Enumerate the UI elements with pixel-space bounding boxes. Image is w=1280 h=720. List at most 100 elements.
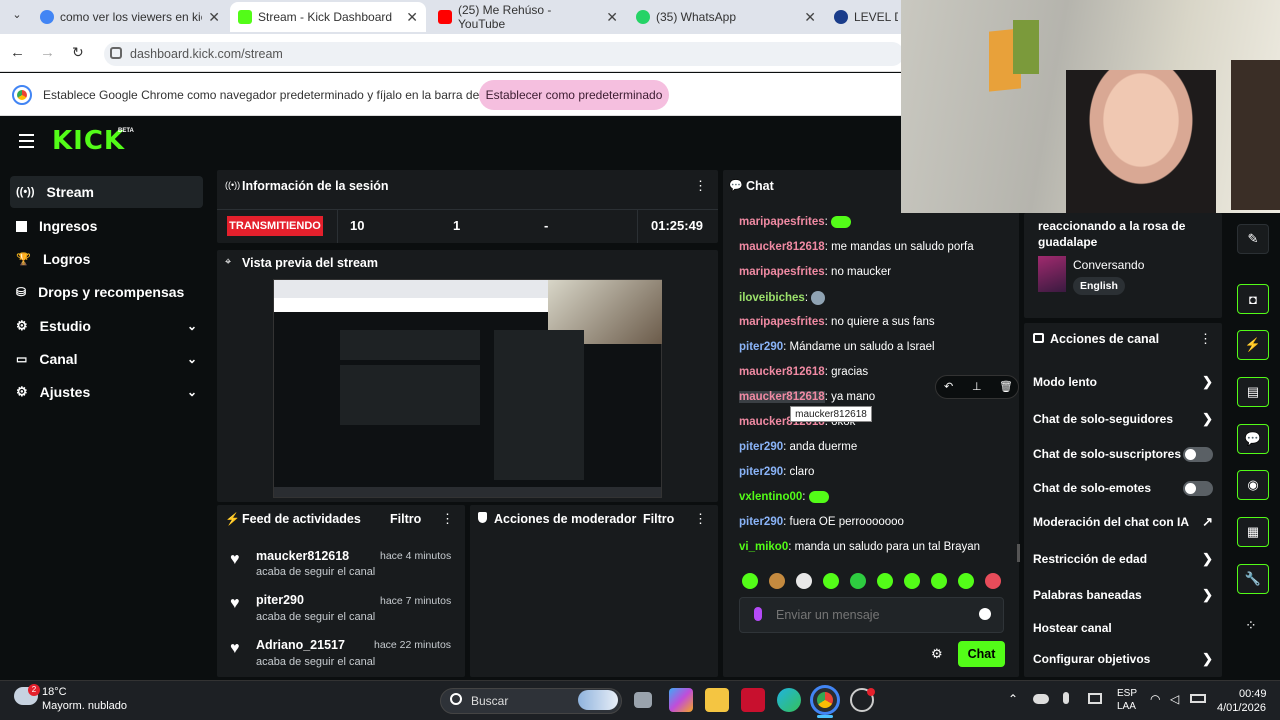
banned-words-row[interactable]: Palabras baneadas ❯ (1033, 585, 1213, 605)
emote-icon[interactable] (877, 573, 893, 589)
wifi-icon[interactable]: ◠ (1150, 692, 1160, 706)
kick-logo[interactable]: KICK (52, 126, 125, 156)
clock-time[interactable]: 00:49 (1239, 688, 1267, 700)
ai-moderation-row[interactable]: Moderación del chat con IA ↗ (1033, 512, 1213, 532)
chat-settings-gear-icon[interactable]: ⚙ (931, 646, 943, 662)
set-goals-row[interactable]: Configurar objetivos ❯ (1033, 649, 1213, 669)
microphone-icon[interactable] (754, 607, 762, 621)
chrome-icon[interactable] (810, 685, 840, 715)
category-thumbnail[interactable] (1038, 256, 1066, 292)
sidebar-item-ajustes[interactable]: ⚙ Ajustes ⌄ (10, 376, 203, 408)
emote-icon[interactable] (742, 573, 758, 589)
emote-icon[interactable] (769, 573, 785, 589)
language-code[interactable]: ESP (1117, 688, 1137, 699)
layout-icon[interactable]: ▦ (1237, 517, 1269, 547)
back-icon[interactable]: ← (10, 44, 25, 61)
edge-icon[interactable] (777, 688, 801, 712)
chat-username[interactable]: piter290 (739, 516, 783, 528)
more-icon[interactable]: ⋮ (694, 178, 707, 194)
add-widget-icon[interactable]: ⁘ (1245, 617, 1257, 634)
emote-icon[interactable] (823, 573, 839, 589)
tab-kick-dashboard[interactable]: Stream - Kick Dashboard ✕ (230, 2, 426, 32)
site-info-icon[interactable] (110, 47, 122, 59)
chat-username[interactable]: maripapesfrites (739, 316, 825, 328)
reload-icon[interactable]: ↻ (72, 44, 84, 61)
chat-username[interactable]: vxlentino00 (739, 491, 802, 503)
emote-icon[interactable] (850, 573, 866, 589)
emote-icon[interactable] (985, 573, 1001, 589)
sidebar-item-canal[interactable]: ▭ Canal ⌄ (10, 343, 203, 375)
chat-username[interactable]: maucker812618 (739, 366, 825, 378)
chat-username[interactable]: piter290 (739, 341, 783, 353)
show-hidden-icons[interactable]: ⌃ (1008, 692, 1018, 706)
chat-username[interactable]: maripapesfrites (739, 266, 825, 278)
edit-pencil-icon[interactable]: ✎ (1237, 224, 1269, 254)
host-channel-row[interactable]: Hostear canal (1033, 618, 1213, 638)
more-icon[interactable]: ⋮ (1199, 331, 1212, 347)
more-icon[interactable]: ⋮ (441, 511, 454, 527)
volume-icon[interactable]: ◁ (1170, 692, 1179, 706)
chat-username[interactable]: piter290 (739, 466, 783, 478)
stream-preview-video[interactable] (273, 279, 662, 498)
sidebar-item-stream[interactable]: ((•)) Stream (10, 176, 203, 208)
pin-icon[interactable]: ⊥ (972, 380, 982, 393)
close-icon[interactable]: ✕ (406, 9, 418, 26)
display-icon[interactable] (1088, 693, 1102, 704)
microphone-icon[interactable] (1063, 692, 1069, 704)
sidebar-item-ingresos[interactable]: Ingresos (10, 210, 203, 242)
chat-message-hovered[interactable]: maucker812618: ya mano (739, 391, 875, 403)
chat-username[interactable]: maripapesfrites (739, 216, 825, 228)
subscribers-only-toggle[interactable] (1183, 446, 1213, 462)
stream-category[interactable]: Conversando (1073, 258, 1144, 272)
close-icon[interactable]: ✕ (208, 9, 220, 26)
emote-icon[interactable] (904, 573, 920, 589)
tab-youtube[interactable]: (25) Me Rehúso - YouTube ✕ (430, 2, 626, 32)
sidebar-item-drops[interactable]: ⛁ Drops y recompensas (10, 276, 203, 308)
lightning-icon[interactable]: ⚡ (1237, 330, 1269, 360)
emote-icon[interactable] (931, 573, 947, 589)
chat-username[interactable]: piter290 (739, 441, 783, 453)
copilot-icon[interactable] (669, 688, 693, 712)
emote-icon[interactable] (796, 573, 812, 589)
language-tag[interactable]: English (1073, 277, 1125, 295)
url-bar[interactable]: dashboard.kick.com/stream (104, 42, 904, 66)
emotes-only-toggle[interactable] (1183, 480, 1213, 496)
activity-filter-button[interactable]: Filtro (390, 512, 421, 526)
close-icon[interactable]: ✕ (606, 9, 618, 26)
forward-icon[interactable]: → (40, 44, 55, 61)
onedrive-icon[interactable] (1033, 694, 1049, 704)
chat-username[interactable]: vi_miko0 (739, 541, 788, 553)
tab-menu-button[interactable]: ⌄ (8, 8, 26, 26)
clock-date[interactable]: 4/01/2026 (1217, 702, 1266, 714)
chat-username[interactable]: maucker812618 (739, 391, 825, 403)
battery-icon[interactable] (1190, 694, 1206, 703)
tab-level-dev[interactable]: LEVEL DEV (826, 2, 906, 32)
tab-whatsapp[interactable]: (35) WhatsApp ✕ (628, 2, 824, 32)
more-icon[interactable]: ⋮ (694, 511, 707, 527)
windows-start-icon[interactable] (408, 689, 430, 711)
set-default-button[interactable]: Establecer como predeterminado (479, 80, 669, 110)
tab-google-search[interactable]: como ver los viewers en kick - ✕ (32, 2, 228, 32)
file-explorer-icon[interactable] (705, 688, 729, 712)
task-view-icon[interactable] (634, 692, 652, 708)
chat-send-button[interactable]: Chat (958, 641, 1005, 667)
close-icon[interactable]: ✕ (804, 9, 816, 26)
sidebar-item-logros[interactable]: 🏆 Logros (10, 243, 203, 275)
hamburger-menu-icon[interactable] (19, 134, 34, 148)
chat-icon[interactable]: 💬 (1237, 424, 1269, 454)
chat-username[interactable]: iloveibiches (739, 292, 805, 304)
chat-username[interactable]: maucker812618 (739, 241, 825, 253)
activity-user[interactable]: piter290 (256, 593, 304, 607)
notes-icon[interactable]: ▤ (1237, 377, 1269, 407)
mcafee-icon[interactable] (741, 688, 765, 712)
emote-icon[interactable] (958, 573, 974, 589)
activity-user[interactable]: Adriano_21517 (256, 638, 345, 652)
moderator-filter-button[interactable]: Filtro (643, 512, 674, 526)
age-restriction-row[interactable]: Restricción de edad ❯ (1033, 549, 1213, 569)
reply-icon[interactable]: ↶ (944, 380, 953, 393)
slow-mode-row[interactable]: Modo lento ❯ (1033, 372, 1213, 392)
delete-icon[interactable]: 🗑 (999, 380, 1013, 393)
camera-icon[interactable]: ◘ (1237, 284, 1269, 314)
sidebar-item-estudio[interactable]: ⚙ Estudio ⌄ (10, 310, 203, 342)
activity-user[interactable]: maucker812618 (256, 549, 349, 563)
